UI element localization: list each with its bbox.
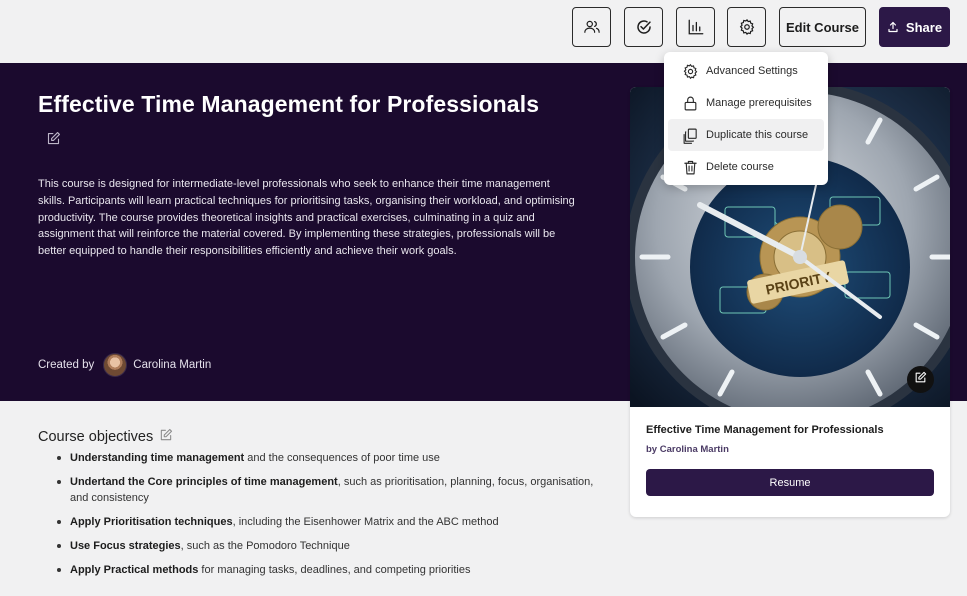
author-name[interactable]: Carolina Martin: [133, 359, 211, 371]
lock-icon: [680, 93, 700, 113]
bar-chart-icon: [687, 18, 705, 36]
created-by-label: Created by: [38, 359, 95, 371]
edit-objectives-icon[interactable]: [159, 428, 173, 446]
gear-icon: [738, 18, 756, 36]
course-objectives: Course objectives Understanding time man…: [38, 428, 598, 586]
settings-button[interactable]: [727, 7, 766, 47]
objectives-title: Course objectives: [38, 429, 154, 445]
analytics-button[interactable]: [676, 7, 715, 47]
upload-icon: [887, 21, 899, 33]
course-description: This course is designed for intermediate…: [38, 178, 575, 258]
course-title: Effective Time Management for Profession…: [38, 91, 540, 117]
menu-item-duplicate-course[interactable]: Duplicate this course: [668, 119, 824, 151]
card-title: Effective Time Management for Profession…: [646, 424, 884, 436]
list-item: Undertand the Core principles of time ma…: [57, 474, 598, 506]
card-author: by Carolina Martin: [646, 444, 729, 455]
edit-title-icon[interactable]: [46, 131, 61, 151]
objectives-heading: Course objectives: [38, 428, 598, 446]
settings-dropdown-menu: Advanced Settings Manage prerequisites D…: [664, 52, 828, 185]
list-item: Apply Prioritisation techniques, includi…: [57, 514, 598, 530]
created-by: Created by Carolina Martin: [38, 353, 211, 377]
menu-item-label: Advanced Settings: [706, 65, 798, 77]
list-item: Apply Practical methods for managing tas…: [57, 562, 598, 578]
objectives-list: Understanding time management and the co…: [38, 450, 598, 578]
advanced-settings-icon: [680, 61, 700, 81]
edit-image-button[interactable]: [907, 366, 934, 393]
menu-item-delete-course[interactable]: Delete course: [668, 151, 824, 183]
menu-item-label: Duplicate this course: [706, 129, 809, 141]
users-icon: [583, 18, 601, 36]
menu-item-label: Delete course: [706, 161, 774, 173]
check-circle-icon: [635, 18, 653, 36]
duplicate-icon: [680, 125, 700, 145]
list-item: Use Focus strategies, such as the Pomodo…: [57, 538, 598, 554]
share-label: Share: [905, 19, 943, 35]
trash-icon: [680, 157, 700, 177]
resume-button[interactable]: Resume: [646, 469, 934, 496]
share-button[interactable]: Share: [879, 7, 950, 47]
menu-item-advanced-settings[interactable]: Advanced Settings: [668, 55, 824, 87]
avatar: [103, 353, 128, 377]
publish-check-button[interactable]: [624, 7, 663, 47]
menu-item-label: Manage prerequisites: [706, 97, 812, 109]
learners-button[interactable]: [572, 7, 611, 47]
menu-item-manage-prerequisites[interactable]: Manage prerequisites: [668, 87, 824, 119]
edit-course-button[interactable]: Edit Course: [779, 7, 866, 47]
list-item: Understanding time management and the co…: [57, 450, 598, 466]
edit-icon: [914, 371, 927, 389]
